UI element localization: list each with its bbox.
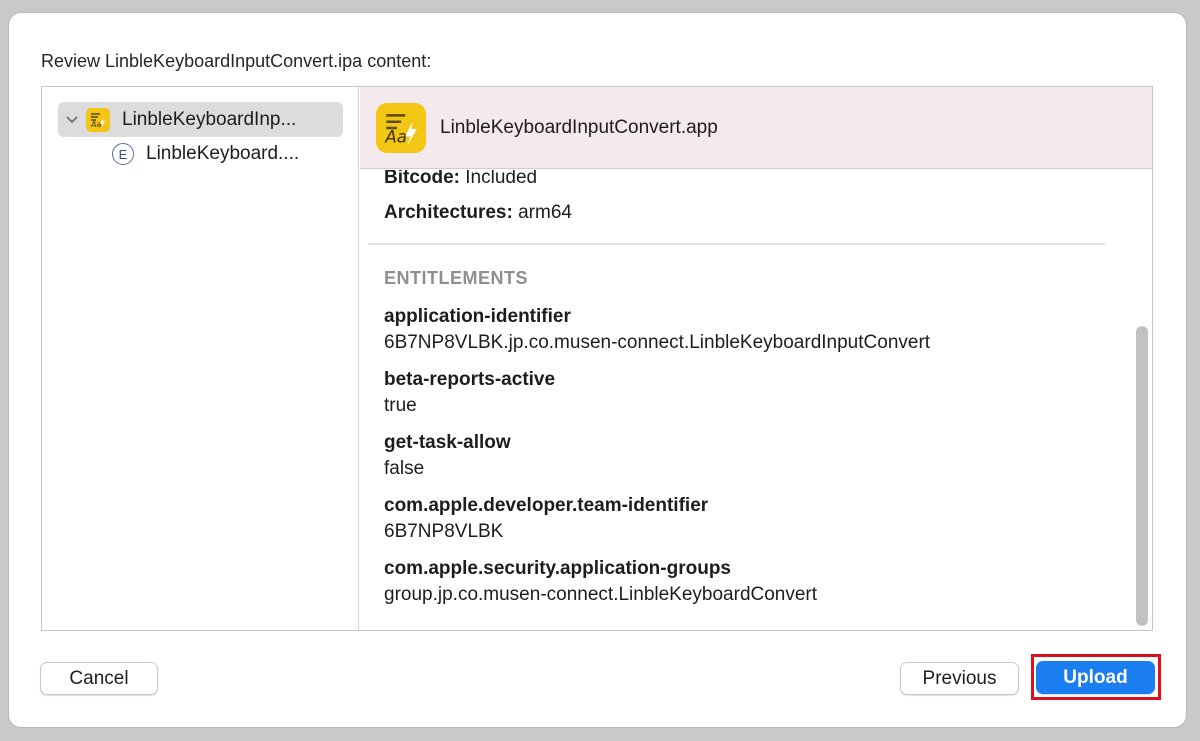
detail-body[interactable]: Bitcode: Included Architectures: arm64 E… [360, 170, 1152, 630]
dialog-header: Review LinbleKeyboardInputConvert.ipa co… [41, 51, 432, 71]
sidebar-item-extension[interactable]: E LinbleKeyboard.... [112, 139, 299, 169]
chevron-down-icon[interactable] [60, 110, 84, 130]
divider [368, 243, 1105, 245]
cancel-button[interactable]: Cancel [40, 662, 158, 695]
architectures-row: Architectures: arm64 [384, 202, 572, 224]
entitlement-item: application-identifier 6B7NP8VLBK.jp.co.… [384, 306, 930, 354]
content-panel: Aa LinbleKeyboardInp... E LinbleKeyboard… [41, 86, 1153, 631]
entitlement-value: false [384, 458, 425, 479]
sidebar: Aa LinbleKeyboardInp... E LinbleKeyboard… [42, 87, 359, 630]
entitlement-key: application-identifier [384, 306, 571, 327]
app-icon: Aa [376, 102, 426, 153]
entitlement-value: 6B7NP8VLBK [384, 521, 504, 542]
previous-button[interactable]: Previous [900, 662, 1019, 695]
sidebar-item-label: LinbleKeyboard.... [146, 143, 300, 164]
extension-icon: E [112, 143, 134, 165]
entitlement-value: 6B7NP8VLBK.jp.co.musen-connect.LinbleKey… [384, 332, 931, 353]
sidebar-item-label: LinbleKeyboardInp... [122, 108, 297, 130]
bitcode-label: Bitcode: [384, 170, 460, 188]
entitlement-item: com.apple.developer.team-identifier 6B7N… [384, 495, 708, 543]
entitlement-item: com.apple.security.application-groups gr… [384, 558, 817, 606]
entitlement-key: beta-reports-active [384, 369, 556, 390]
detail-header: Aa LinbleKeyboardInputConvert.app [360, 87, 1152, 169]
architectures-value: arm64 [518, 202, 572, 223]
entitlement-key: com.apple.security.application-groups [384, 558, 731, 579]
entitlement-item: beta-reports-active true [384, 369, 555, 417]
sidebar-item-app[interactable]: Aa LinbleKeyboardInp... [58, 102, 343, 137]
svg-text:Aa: Aa [384, 126, 407, 146]
upload-dialog: Review LinbleKeyboardInputConvert.ipa co… [9, 13, 1186, 727]
detail-title: LinbleKeyboardInputConvert.app [440, 116, 718, 138]
entitlement-key: com.apple.developer.team-identifier [384, 495, 709, 516]
bitcode-value: Included [465, 170, 538, 188]
detail-pane: Aa LinbleKeyboardInputConvert.app Bitcod… [360, 87, 1152, 630]
entitlement-item: get-task-allow false [384, 432, 511, 480]
entitlement-key: get-task-allow [384, 432, 511, 453]
entitlements-heading: ENTITLEMENTS [384, 268, 528, 288]
architectures-label: Architectures: [384, 202, 513, 223]
entitlement-value: group.jp.co.musen-connect.LinbleKeyboard… [384, 584, 818, 605]
upload-button[interactable]: Upload [1036, 661, 1155, 694]
entitlement-value: true [384, 395, 417, 416]
scrollbar-thumb[interactable] [1136, 326, 1148, 626]
bitcode-row: Bitcode: Included [384, 170, 537, 189]
app-icon: Aa [86, 107, 110, 132]
svg-text:Aa: Aa [90, 120, 101, 129]
